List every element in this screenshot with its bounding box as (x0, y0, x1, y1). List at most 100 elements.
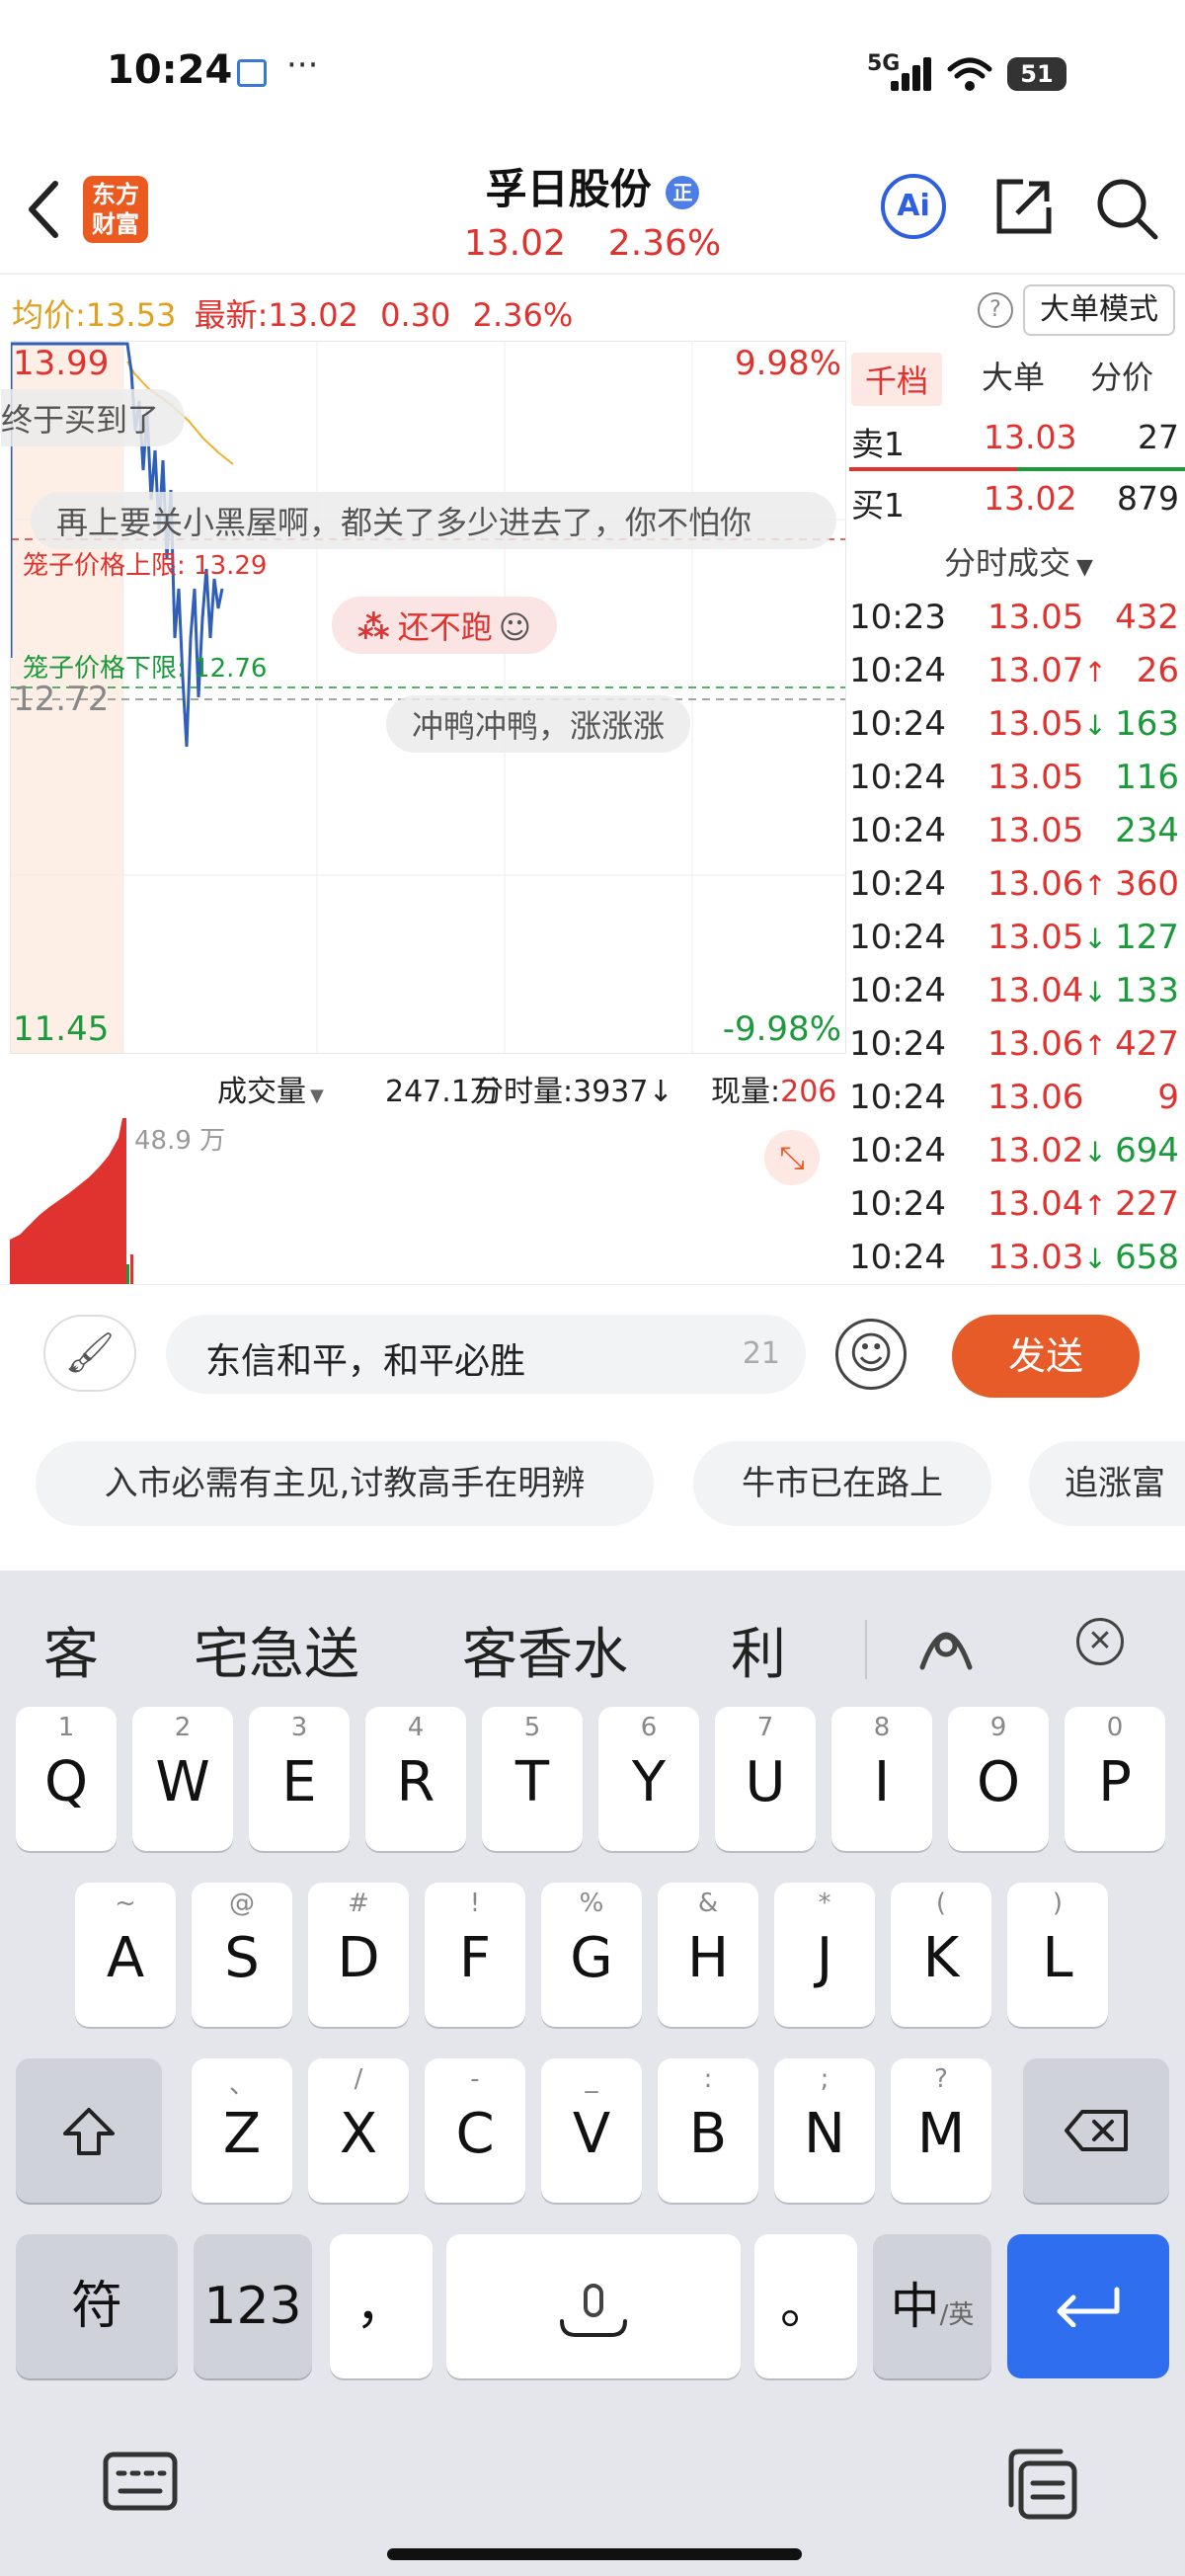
tick-price-value: 13.04 (988, 1184, 1084, 1224)
key-z[interactable]: 、 Z (192, 2058, 292, 2203)
search-icon[interactable] (1094, 176, 1159, 241)
tick-volume: 432 (1115, 598, 1179, 637)
signal-icon (891, 57, 931, 91)
tab-dadan[interactable]: 大单 (982, 353, 1045, 398)
ai-button[interactable]: Ai (881, 174, 946, 239)
key-l[interactable]: ) L (1007, 1883, 1108, 2027)
backspace-key[interactable] (1023, 2058, 1169, 2203)
key-j[interactable]: * J (774, 1883, 875, 2027)
tick-price: 13.07↑ (988, 651, 1107, 690)
candidate-word[interactable]: 客 (43, 1610, 99, 1690)
key-letter: Z (222, 2102, 262, 2166)
candidate-word[interactable]: 宅急送 (194, 1610, 359, 1690)
key-secondary-char: 9 (989, 1713, 1007, 1742)
key-n[interactable]: ; N (774, 2058, 875, 2203)
key-x[interactable]: / X (308, 2058, 409, 2203)
tick-price-value: 13.05 (988, 811, 1084, 850)
tick-time: 10:23 (849, 598, 946, 637)
symbol-key[interactable]: 符 (16, 2234, 178, 2378)
intraday-chart[interactable]: 13.99 9.98% 11.45 -9.98% 12.72 笼子价格上限: 1… (1, 341, 846, 1054)
key-d[interactable]: # D (308, 1883, 409, 2027)
tick-arrow: ↑ (1083, 656, 1107, 688)
key-e[interactable]: 3E (249, 1707, 350, 1851)
close-candidates-icon[interactable]: ✕ (1076, 1618, 1124, 1665)
key-y[interactable]: 6Y (598, 1707, 699, 1851)
avg-label: 均价: (12, 296, 86, 334)
stock-price: 13.02 (463, 223, 566, 264)
danmu-comment: 冲鸭冲鸭，涨涨涨 (386, 695, 691, 753)
key-secondary-char: 3 (290, 1713, 308, 1742)
key-c[interactable]: -C (425, 2058, 525, 2203)
comment-input-text: 东信和平，和平必胜 (205, 1341, 526, 1382)
volume-dropdown[interactable]: 成交量 ▼ (217, 1067, 324, 1110)
ticks-title[interactable]: 分时成交 ▼ (944, 538, 1093, 584)
shift-key[interactable] (16, 2058, 162, 2203)
key-i[interactable]: 8I (831, 1707, 932, 1851)
language-switch-key[interactable]: 中/英 (873, 2234, 991, 2378)
key-p[interactable]: 0P (1065, 1707, 1165, 1851)
key-q[interactable]: 1Q (16, 1707, 117, 1851)
clipboard-icon[interactable] (1003, 2448, 1078, 2521)
smiley-icon: ☺ (848, 1328, 894, 1379)
expand-icon[interactable]: ⤡ (764, 1130, 820, 1185)
tick-time: 10:24 (849, 1024, 946, 1064)
help-icon[interactable]: ? (978, 292, 1013, 328)
send-button[interactable]: 发送 (952, 1315, 1140, 1398)
handwriting-icon[interactable] (914, 1612, 978, 1675)
tick-time: 10:24 (849, 971, 946, 1010)
big-order-mode-button[interactable]: 大单模式 (1023, 284, 1175, 336)
shift-icon (63, 2108, 115, 2155)
key-v[interactable]: _ V (541, 2058, 642, 2203)
tick-price-value: 13.06 (988, 1078, 1084, 1117)
key-secondary-char: 5 (523, 1713, 541, 1742)
key-f[interactable]: ! F (425, 1883, 525, 2027)
minute-volume-label: 分时量:3937 (474, 1075, 649, 1109)
key-k[interactable]: (K (891, 1883, 991, 2027)
key-w[interactable]: 2W (132, 1707, 233, 1851)
tick-row: 10:24 13.05 116 (849, 758, 1185, 811)
key-h[interactable]: & H (658, 1883, 758, 2027)
quick-phrase[interactable]: 追涨富 (1029, 1441, 1185, 1526)
candidate-word[interactable]: 利 (731, 1610, 786, 1690)
key-letter: U (745, 1750, 786, 1814)
key-o[interactable]: 9O (948, 1707, 1049, 1851)
tick-volume: 163 (1115, 704, 1179, 744)
candidate-divider (865, 1620, 867, 1679)
tick-price: 13.05 (988, 811, 1083, 850)
key-u[interactable]: 7U (715, 1707, 816, 1851)
emoji-button[interactable]: ☺ (835, 1319, 907, 1390)
key-r[interactable]: 4R (365, 1707, 466, 1851)
info-line: 均价:13.53 最新:13.02 0.30 2.36% (12, 290, 573, 336)
comma-key[interactable]: ， (330, 2234, 433, 2378)
key-a[interactable]: ~ A (75, 1883, 176, 2027)
key-m[interactable]: ? M (891, 2058, 991, 2203)
key-t[interactable]: 5T (482, 1707, 583, 1851)
tick-row: 10:24 13.06↑ 360 (849, 864, 1185, 918)
share-icon[interactable] (993, 176, 1055, 237)
key-s[interactable]: @ S (192, 1883, 292, 2027)
candidate-word[interactable]: 客香水 (462, 1610, 628, 1690)
key-b[interactable]: :B (658, 2058, 758, 2203)
keyboard-toggle-icon[interactable] (103, 2452, 178, 2511)
space-key[interactable] (446, 2234, 741, 2378)
quick-phrase[interactable]: 入市必需有主见,讨教高手在明辨 (36, 1441, 654, 1526)
key-letter: N (804, 2102, 845, 2166)
number-key[interactable]: 123 (194, 2234, 312, 2378)
lang-sub: /英 (939, 2300, 975, 2330)
enter-key[interactable] (1007, 2234, 1169, 2378)
ref-price-label: 12.72 (13, 680, 110, 719)
tab-fenjia[interactable]: 分价 (1090, 353, 1153, 398)
key-letter: D (337, 1926, 380, 1990)
key-secondary-char: ; (820, 2064, 830, 2094)
brush-button[interactable]: 🖌 (43, 1315, 136, 1392)
volume-chart[interactable]: 48.9 万 ⤡ (10, 1116, 844, 1289)
tick-row: 10:24 13.06↑ 427 (849, 1024, 1185, 1078)
key-secondary-char: ( (935, 1889, 947, 1918)
latest-value: 13.02 (268, 296, 358, 334)
period-key[interactable]: 。 (754, 2234, 857, 2378)
quick-phrase[interactable]: 牛市已在路上 (693, 1441, 991, 1526)
comment-input[interactable]: 东信和平，和平必胜 21 (166, 1315, 806, 1394)
key-g[interactable]: % G (541, 1883, 642, 2027)
current-volume-label: 现量: (711, 1075, 781, 1109)
tab-qiandang[interactable]: 千档 (851, 353, 943, 406)
